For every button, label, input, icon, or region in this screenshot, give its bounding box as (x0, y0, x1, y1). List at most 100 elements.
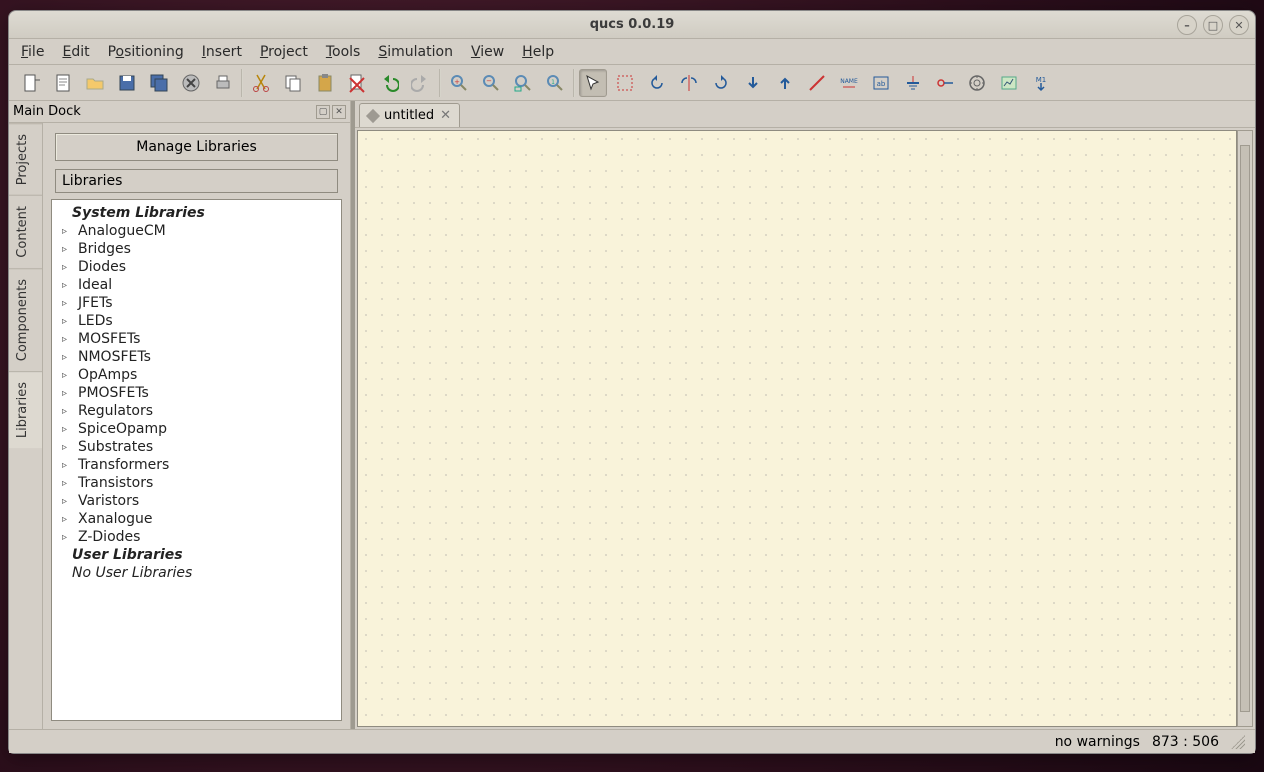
text-block-icon[interactable]: ab (867, 69, 895, 97)
paste-icon[interactable] (311, 69, 339, 97)
simulate-icon[interactable] (963, 69, 991, 97)
ground-icon[interactable] (899, 69, 927, 97)
library-item[interactable]: ▹JFETs (52, 294, 341, 312)
menu-view[interactable]: View (471, 44, 504, 60)
manage-libraries-button[interactable]: Manage Libraries (55, 133, 338, 161)
resize-grip-icon[interactable] (1231, 735, 1245, 749)
library-item[interactable]: ▹SpiceOpamp (52, 420, 341, 438)
close-icon[interactable] (177, 69, 205, 97)
zoom-1-icon[interactable]: 1 (541, 69, 569, 97)
library-item[interactable]: ▹AnalogueCM (52, 222, 341, 240)
statusbar: no warnings 873 : 506 (9, 729, 1255, 753)
close-window-button[interactable]: ✕ (1229, 15, 1249, 35)
wire-label-icon[interactable]: NAME (835, 69, 863, 97)
maximize-button[interactable]: □ (1203, 15, 1223, 35)
library-item[interactable]: ▹MOSFETs (52, 330, 341, 348)
expand-icon: ▹ (62, 226, 72, 237)
library-item[interactable]: ▹PMOSFETs (52, 384, 341, 402)
library-item[interactable]: ▹Z-Diodes (52, 528, 341, 546)
dock-vertical-tabs: Projects Content Components Libraries (9, 123, 43, 729)
expand-icon: ▹ (62, 514, 72, 525)
expand-icon: ▹ (62, 280, 72, 291)
tab-content[interactable]: Content (9, 195, 42, 268)
library-item[interactable]: ▹Xanalogue (52, 510, 341, 528)
menu-positioning[interactable]: Positioning (108, 44, 184, 60)
expand-icon: ▹ (62, 316, 72, 327)
diagram-icon[interactable] (995, 69, 1023, 97)
tab-libraries[interactable]: Libraries (9, 371, 42, 448)
zoom-out-icon[interactable]: − (477, 69, 505, 97)
save-all-icon[interactable] (145, 69, 173, 97)
no-user-libraries: No User Libraries (52, 564, 341, 582)
expand-icon: ▹ (62, 406, 72, 417)
port-icon[interactable] (931, 69, 959, 97)
menu-tools[interactable]: Tools (326, 44, 361, 60)
undo-icon[interactable] (375, 69, 403, 97)
library-item[interactable]: ▹Substrates (52, 438, 341, 456)
dock-title: Main Dock (13, 104, 81, 119)
library-item[interactable]: ▹Transistors (52, 474, 341, 492)
document-tab[interactable]: untitled ✕ (359, 103, 460, 127)
library-item[interactable]: ▹Transformers (52, 456, 341, 474)
tab-projects[interactable]: Projects (9, 123, 42, 195)
new-file-icon[interactable] (17, 69, 45, 97)
expand-icon: ▹ (62, 298, 72, 309)
menu-project[interactable]: Project (260, 44, 308, 60)
copy-icon[interactable] (279, 69, 307, 97)
expand-icon: ▹ (62, 370, 72, 381)
menubar: File Edit Positioning Insert Project Too… (9, 39, 1255, 65)
menu-help[interactable]: Help (522, 44, 554, 60)
redo-icon[interactable] (407, 69, 435, 97)
toolbar: + − 1 NAME ab M1 (9, 65, 1255, 101)
open-icon[interactable] (81, 69, 109, 97)
library-item[interactable]: ▹Bridges (52, 240, 341, 258)
mirror-icon[interactable] (675, 69, 703, 97)
select-area-icon[interactable] (611, 69, 639, 97)
delete-icon[interactable] (343, 69, 371, 97)
editor-area: untitled ✕ (351, 101, 1255, 729)
wire-icon[interactable] (803, 69, 831, 97)
new-text-icon[interactable] (49, 69, 77, 97)
library-item[interactable]: ▹Diodes (52, 258, 341, 276)
marker-icon[interactable]: M1 (1027, 69, 1055, 97)
schematic-canvas[interactable] (357, 130, 1237, 727)
minimize-button[interactable]: – (1177, 15, 1197, 35)
expand-icon: ▹ (62, 262, 72, 273)
library-item[interactable]: ▹Ideal (52, 276, 341, 294)
move-down-icon[interactable] (739, 69, 767, 97)
select-icon[interactable] (579, 69, 607, 97)
svg-text:NAME: NAME (840, 78, 858, 85)
cut-icon[interactable] (247, 69, 275, 97)
menu-insert[interactable]: Insert (202, 44, 242, 60)
menu-edit[interactable]: Edit (62, 44, 89, 60)
libraries-tree[interactable]: System Libraries ▹AnalogueCM▹Bridges▹Dio… (51, 199, 342, 721)
menu-file[interactable]: File (21, 44, 44, 60)
svg-text:+: + (454, 78, 460, 86)
library-item[interactable]: ▹NMOSFETs (52, 348, 341, 366)
rotate-ccw-icon[interactable] (707, 69, 735, 97)
expand-icon: ▹ (62, 334, 72, 345)
document-tab-close-icon[interactable]: ✕ (440, 108, 451, 123)
tab-components[interactable]: Components (9, 268, 42, 371)
rotate-left-icon[interactable] (643, 69, 671, 97)
dock-close-button[interactable]: ✕ (332, 105, 346, 119)
library-item[interactable]: ▹Varistors (52, 492, 341, 510)
svg-text:1: 1 (551, 79, 555, 86)
move-up-icon[interactable] (771, 69, 799, 97)
document-tabbar: untitled ✕ (355, 101, 1255, 127)
app-window: qucs 0.0.19 – □ ✕ File Edit Positioning … (8, 10, 1256, 754)
library-item[interactable]: ▹OpAmps (52, 366, 341, 384)
zoom-fit-icon[interactable] (509, 69, 537, 97)
print-icon[interactable] (209, 69, 237, 97)
expand-icon: ▹ (62, 478, 72, 489)
svg-text:M1: M1 (1036, 76, 1047, 84)
expand-icon: ▹ (62, 424, 72, 435)
menu-simulation[interactable]: Simulation (378, 44, 453, 60)
dock-float-button[interactable]: ▢ (316, 105, 330, 119)
library-item[interactable]: ▹Regulators (52, 402, 341, 420)
vertical-scrollbar[interactable] (1237, 130, 1253, 727)
zoom-in-icon[interactable]: + (445, 69, 473, 97)
document-tab-label: untitled (384, 108, 434, 123)
save-icon[interactable] (113, 69, 141, 97)
library-item[interactable]: ▹LEDs (52, 312, 341, 330)
